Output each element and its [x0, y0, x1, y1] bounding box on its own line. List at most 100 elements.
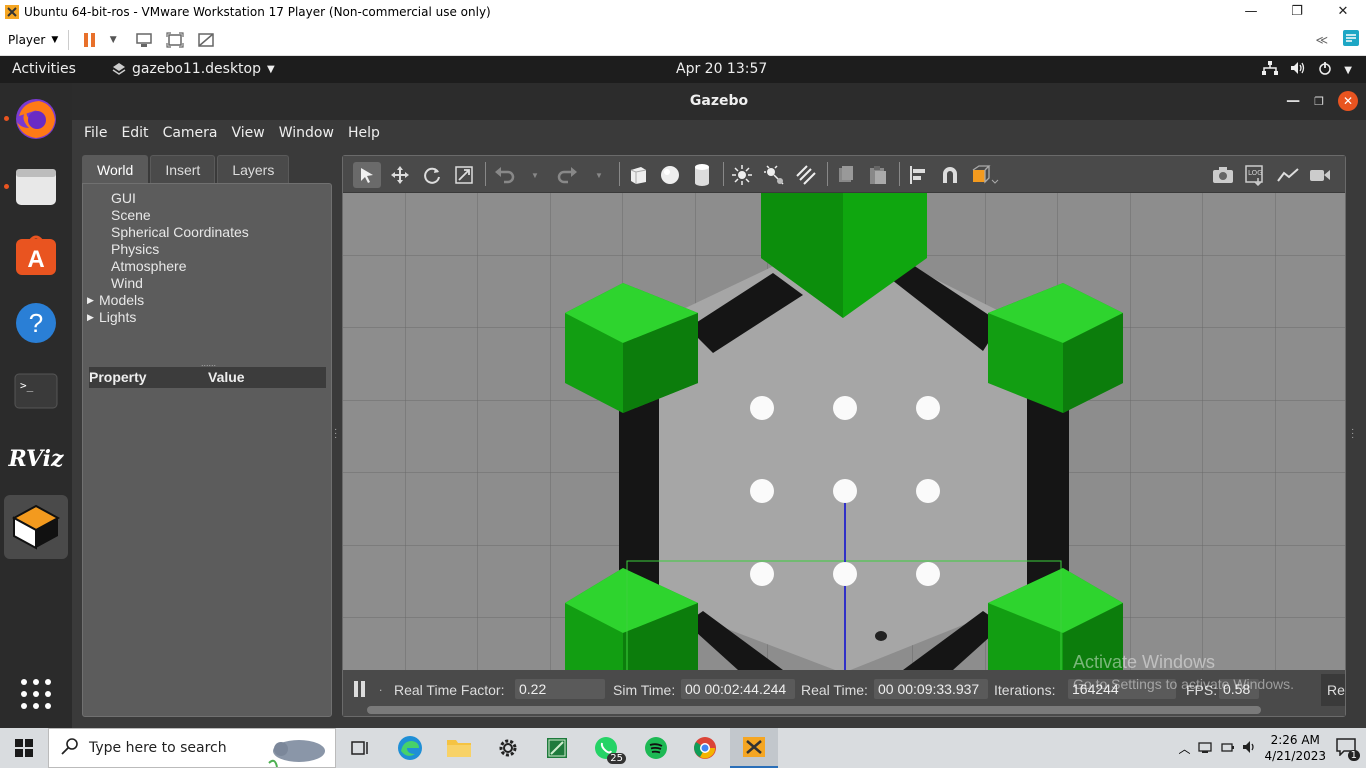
menu-window[interactable]: Window: [279, 125, 334, 141]
app-center-icon[interactable]: A: [10, 229, 62, 281]
minimize-button[interactable]: —: [1286, 93, 1300, 109]
network-icon[interactable]: [1198, 740, 1214, 757]
redo-icon[interactable]: [553, 162, 581, 188]
settings-gear-icon[interactable]: [488, 732, 528, 764]
3d-scene[interactable]: [343, 193, 1345, 670]
chevron-down-icon[interactable]: ▼: [521, 162, 549, 188]
point-light-icon[interactable]: [728, 162, 756, 188]
collapse-icon[interactable]: ≪: [1315, 33, 1328, 47]
player-menu[interactable]: Player ▼: [8, 33, 58, 47]
video-record-icon[interactable]: [1306, 162, 1334, 188]
menu-file[interactable]: File: [84, 125, 107, 141]
terminal-icon[interactable]: >_: [10, 365, 62, 417]
tab-insert[interactable]: Insert: [150, 155, 216, 183]
whatsapp-icon[interactable]: 25: [586, 732, 626, 764]
task-view-icon[interactable]: [340, 732, 380, 764]
power-plug-icon[interactable]: [1220, 740, 1236, 757]
iterations-value: 164244: [1068, 679, 1176, 699]
copy-icon[interactable]: [832, 162, 860, 188]
translate-mode-icon[interactable]: [386, 162, 414, 188]
align-icon[interactable]: [904, 162, 932, 188]
firefox-icon[interactable]: [10, 93, 62, 145]
files-icon[interactable]: [10, 161, 62, 213]
restore-button[interactable]: ❐: [1314, 95, 1324, 108]
chrome-icon[interactable]: [685, 732, 725, 764]
excel-icon[interactable]: [537, 732, 577, 764]
app-menu[interactable]: gazebo11.desktop ▼: [112, 61, 275, 77]
tree-item-physics[interactable]: Physics: [99, 241, 249, 258]
minimize-button[interactable]: —: [1228, 0, 1274, 24]
tree-item-wind[interactable]: Wind: [99, 275, 249, 292]
tree-item-scene[interactable]: Scene: [99, 207, 249, 224]
box-shape-icon[interactable]: [624, 162, 652, 188]
sphere-shape-icon[interactable]: [656, 162, 684, 188]
menu-view[interactable]: View: [232, 125, 265, 141]
activities-button[interactable]: Activities: [12, 61, 76, 77]
notes-icon[interactable]: [1342, 29, 1360, 50]
vmware-toolbar: Player ▼ ▼ ≪: [0, 24, 1366, 56]
tree-item-spherical-coordinates[interactable]: Spherical Coordinates: [99, 224, 249, 241]
rviz-icon[interactable]: RViz: [8, 433, 63, 485]
menu-edit[interactable]: Edit: [121, 125, 148, 141]
unity-icon[interactable]: [195, 29, 217, 51]
tree-item-gui[interactable]: GUI: [99, 190, 249, 207]
gazebo-icon[interactable]: [10, 501, 62, 553]
change-view-angle-icon[interactable]: [971, 162, 999, 188]
ubuntu-top-bar: Activities gazebo11.desktop ▼ Apr 20 13:…: [0, 56, 1366, 83]
chevron-down-icon[interactable]: ▼: [585, 162, 613, 188]
tree-item-label: Physics: [111, 241, 160, 257]
tree-item-models[interactable]: ▶ Models: [87, 292, 249, 309]
snap-magnet-icon[interactable]: [936, 162, 964, 188]
right-panel-splitter-icon[interactable]: · · ·: [1351, 425, 1354, 443]
fullscreen-icon[interactable]: [164, 29, 186, 51]
tree-item-lights[interactable]: ▶ Lights: [87, 309, 249, 326]
rotate-mode-icon[interactable]: [418, 162, 446, 188]
close-button[interactable]: ✕: [1320, 0, 1366, 24]
pause-icon[interactable]: [79, 29, 101, 51]
tree-item-label: Lights: [99, 309, 137, 325]
chevron-down-icon[interactable]: ▼: [102, 29, 124, 51]
send-ctrl-alt-del-icon[interactable]: [133, 29, 155, 51]
cylinder-shape-icon[interactable]: [688, 162, 716, 188]
help-icon[interactable]: ?: [10, 297, 62, 349]
expand-arrow-icon[interactable]: ▶: [87, 309, 99, 326]
close-button[interactable]: ✕: [1338, 91, 1358, 111]
clock[interactable]: Apr 20 13:57: [676, 61, 767, 77]
edge-icon[interactable]: [390, 732, 430, 764]
play-pause-button[interactable]: [353, 680, 369, 698]
vmware-taskbar-icon[interactable]: [730, 728, 778, 768]
file-explorer-icon[interactable]: [439, 732, 479, 764]
maximize-button[interactable]: ❐: [1274, 0, 1320, 24]
screenshot-camera-icon[interactable]: [1209, 162, 1237, 188]
paste-icon[interactable]: [864, 162, 892, 188]
taskbar-search-box[interactable]: Type here to search: [48, 728, 336, 768]
menu-help[interactable]: Help: [348, 125, 380, 141]
tab-world[interactable]: World: [82, 155, 149, 183]
menu-camera[interactable]: Camera: [163, 125, 218, 141]
spotify-icon[interactable]: [636, 732, 676, 764]
directional-light-icon[interactable]: [792, 162, 820, 188]
plot-icon[interactable]: [1274, 162, 1302, 188]
horizontal-scrollbar[interactable]: [367, 706, 1261, 714]
log-icon[interactable]: LOG: [1241, 162, 1269, 188]
notification-center-icon[interactable]: 1: [1336, 737, 1360, 761]
system-menu[interactable]: ▼: [1262, 61, 1352, 79]
start-button[interactable]: [0, 728, 48, 768]
undo-icon[interactable]: [491, 162, 519, 188]
expand-arrow-icon[interactable]: ▶: [87, 292, 99, 309]
gazebo-title: Gazebo: [689, 93, 749, 109]
reset-button[interactable]: Re: [1321, 674, 1345, 706]
taskbar-clock[interactable]: 2:26 AM 4/21/2023: [1264, 732, 1326, 764]
tree-item-label: GUI: [111, 190, 136, 206]
panel-splitter-icon[interactable]: · · ·: [334, 425, 337, 443]
tab-layers[interactable]: Layers: [217, 155, 290, 183]
step-icon[interactable]: .: [379, 680, 382, 694]
show-apps-icon[interactable]: [10, 668, 62, 720]
system-tray: ︿ 2:26 AM 4/21/2023 1: [1178, 728, 1366, 768]
select-mode-icon[interactable]: [353, 162, 381, 188]
spot-light-icon[interactable]: [760, 162, 788, 188]
volume-icon[interactable]: [1242, 740, 1258, 757]
chevron-up-icon[interactable]: ︿: [1178, 740, 1190, 757]
scale-mode-icon[interactable]: [450, 162, 478, 188]
tree-item-atmosphere[interactable]: Atmosphere: [99, 258, 249, 275]
